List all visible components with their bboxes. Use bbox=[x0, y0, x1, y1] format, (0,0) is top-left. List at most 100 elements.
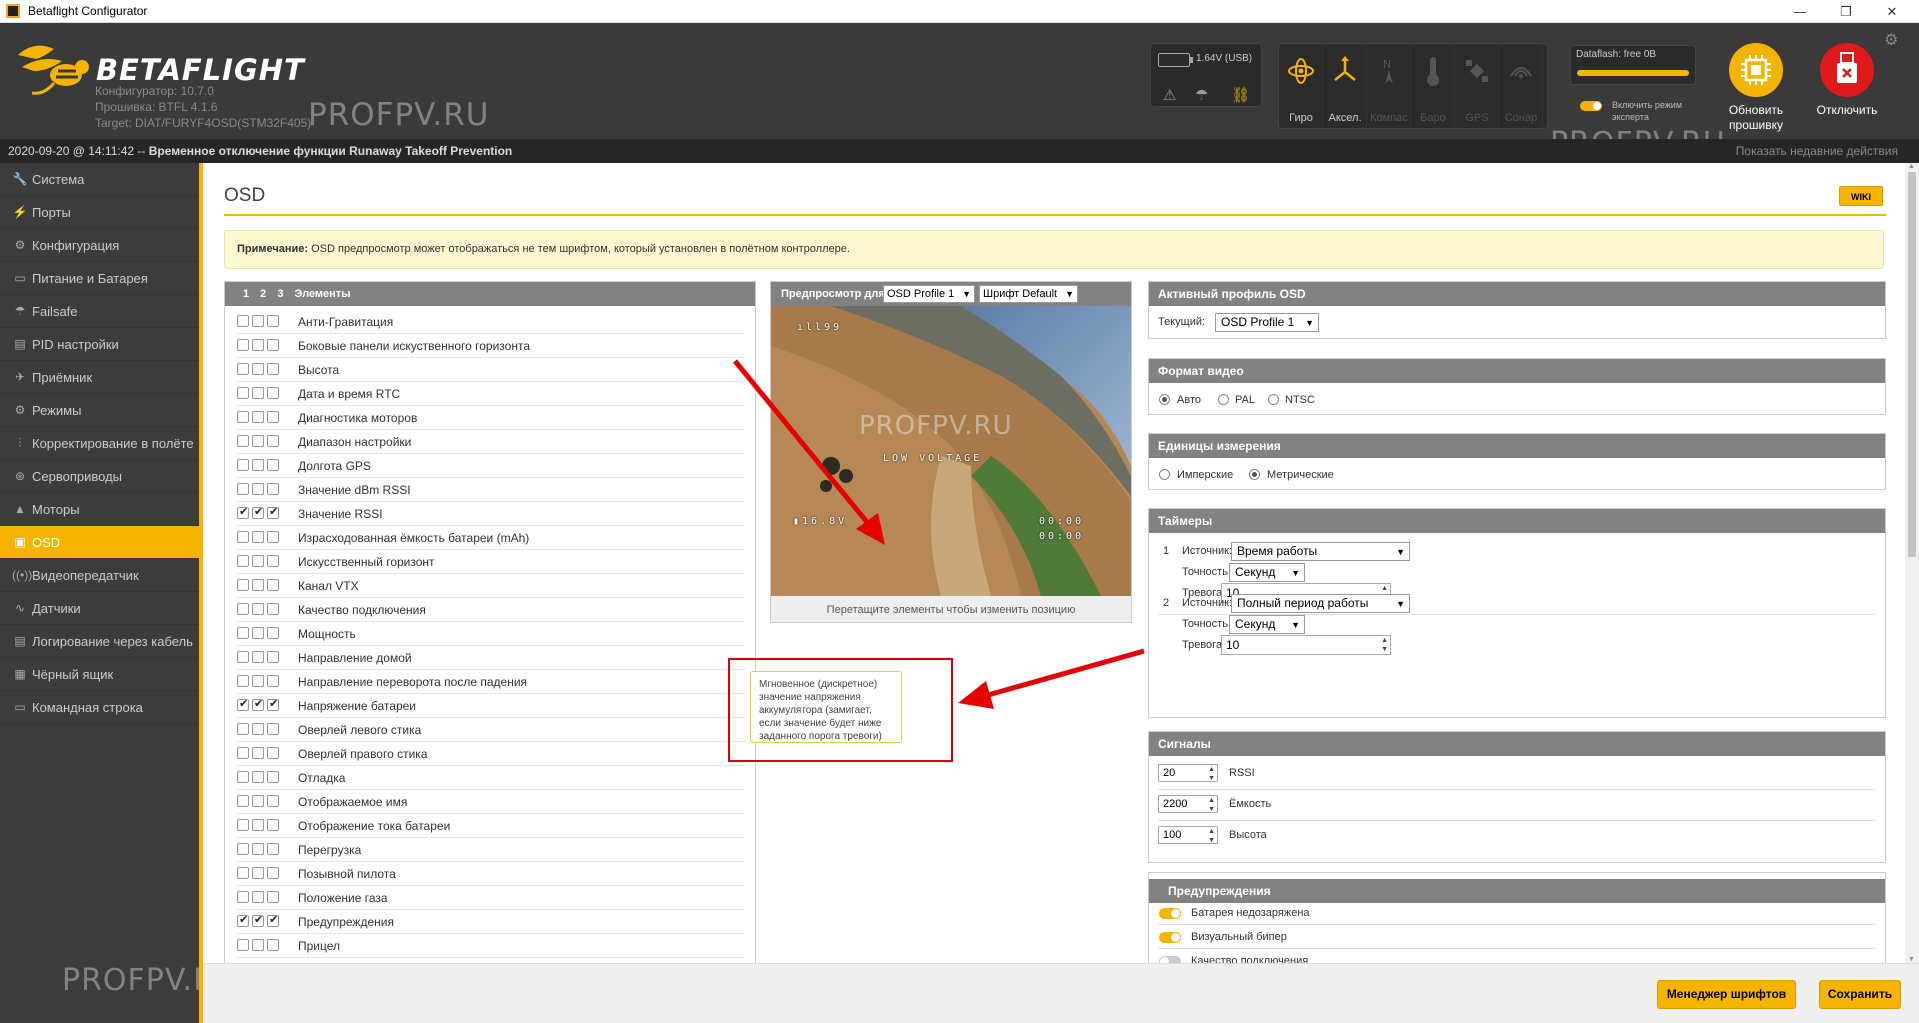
sidebar-item-logging[interactable]: ▤ Логирование через кабель bbox=[0, 625, 199, 658]
flash-firmware-button[interactable]: Обновить прошивку bbox=[1718, 43, 1794, 133]
sidebar-item-power[interactable]: ▭ Питание и Батарея bbox=[0, 262, 199, 295]
element-profile-3-checkbox[interactable] bbox=[267, 843, 279, 855]
element-profile-2-checkbox[interactable] bbox=[252, 747, 264, 759]
element-profile-3-checkbox[interactable] bbox=[267, 913, 279, 927]
element-profile-1-checkbox[interactable] bbox=[237, 387, 249, 399]
save-button[interactable]: Сохранить bbox=[1819, 980, 1901, 1009]
element-profile-1-checkbox[interactable] bbox=[237, 795, 249, 807]
element-profile-1-checkbox[interactable] bbox=[237, 675, 249, 687]
element-profile-1-checkbox[interactable] bbox=[237, 771, 249, 783]
element-profile-3-checkbox[interactable] bbox=[267, 819, 279, 831]
units-imperial-radio[interactable] bbox=[1159, 469, 1170, 480]
timer-1-precision-select[interactable]: Секунд bbox=[1229, 563, 1305, 582]
disconnect-button[interactable]: Отключить bbox=[1809, 43, 1885, 133]
alarm-altitude-input[interactable]: 100 ▲ ▼ bbox=[1158, 826, 1218, 844]
element-profile-3-checkbox[interactable] bbox=[267, 459, 279, 471]
warning-battery-toggle[interactable] bbox=[1159, 908, 1181, 919]
sidebar-item-modes[interactable]: ⚙ Режимы bbox=[0, 394, 199, 427]
video-format-pal-radio[interactable] bbox=[1218, 394, 1229, 405]
element-profile-1-checkbox[interactable] bbox=[237, 939, 249, 951]
sidebar-item-sensors[interactable]: ∿ Датчики bbox=[0, 592, 199, 625]
timer-2-alarm-input[interactable]: 10 ▲ ▼ bbox=[1221, 635, 1391, 655]
element-profile-1-checkbox[interactable] bbox=[237, 339, 249, 351]
element-profile-3-checkbox[interactable] bbox=[267, 771, 279, 783]
element-profile-3-checkbox[interactable] bbox=[267, 505, 279, 519]
element-profile-3-checkbox[interactable] bbox=[267, 651, 279, 663]
element-profile-2-checkbox[interactable] bbox=[252, 555, 264, 567]
element-profile-1-checkbox[interactable] bbox=[237, 747, 249, 759]
sidebar-item-osd[interactable]: ▣ OSD bbox=[0, 526, 203, 559]
sidebar-item-system[interactable]: 🔧 Система bbox=[0, 163, 199, 196]
osd-preview-image[interactable]: ıll99 LOW VOLTAGE ▮16.8V 00:00 00:00 PRO… bbox=[771, 306, 1131, 596]
element-profile-3-checkbox[interactable] bbox=[267, 531, 279, 543]
minimize-button[interactable]: — bbox=[1777, 0, 1823, 23]
content-scrollbar[interactable]: ▲ ▼ bbox=[1905, 163, 1919, 963]
element-profile-2-checkbox[interactable] bbox=[252, 891, 264, 903]
units-metric-radio[interactable] bbox=[1249, 469, 1260, 480]
sidebar-item-receiver[interactable]: ✈ Приёмник bbox=[0, 361, 199, 394]
timer-1-source-select[interactable]: Время работы bbox=[1231, 542, 1410, 561]
sidebar-item-pid[interactable]: ▤ PID настройки bbox=[0, 328, 199, 361]
element-profile-2-checkbox[interactable] bbox=[252, 339, 264, 351]
alarm-rssi-input[interactable]: 20 ▲ ▼ bbox=[1158, 764, 1218, 782]
element-profile-3-checkbox[interactable] bbox=[267, 627, 279, 639]
alarm-capacity-input[interactable]: 2200 ▲ ▼ bbox=[1158, 795, 1218, 813]
element-profile-2-checkbox[interactable] bbox=[252, 867, 264, 879]
element-profile-1-checkbox[interactable] bbox=[237, 483, 249, 495]
element-profile-3-checkbox[interactable] bbox=[267, 723, 279, 735]
element-profile-2-checkbox[interactable] bbox=[252, 483, 264, 495]
element-profile-1-checkbox[interactable] bbox=[237, 435, 249, 447]
current-profile-select[interactable]: OSD Profile 1 bbox=[1215, 313, 1319, 332]
sidebar-item-adjustments[interactable]: ⫶ Корректирование в полёте bbox=[0, 427, 199, 460]
element-profile-2-checkbox[interactable] bbox=[252, 411, 264, 423]
element-profile-2-checkbox[interactable] bbox=[252, 939, 264, 951]
element-profile-1-checkbox[interactable] bbox=[237, 531, 249, 543]
spinner-icon[interactable]: ▲▼ bbox=[1208, 765, 1215, 783]
element-profile-1-checkbox[interactable] bbox=[237, 819, 249, 831]
sidebar-item-cli[interactable]: ▭ Командная строка bbox=[0, 691, 199, 724]
element-profile-2-checkbox[interactable] bbox=[252, 387, 264, 399]
element-profile-2-checkbox[interactable] bbox=[252, 675, 264, 687]
element-profile-2-checkbox[interactable] bbox=[252, 771, 264, 783]
element-profile-3-checkbox[interactable] bbox=[267, 555, 279, 567]
video-format-auto-radio[interactable] bbox=[1159, 394, 1170, 405]
sidebar-item-motors[interactable]: ▲ Моторы bbox=[0, 493, 199, 526]
element-profile-1-checkbox[interactable] bbox=[237, 315, 249, 327]
element-profile-1-checkbox[interactable] bbox=[237, 697, 249, 711]
element-profile-1-checkbox[interactable] bbox=[237, 411, 249, 423]
video-format-ntsc-radio[interactable] bbox=[1268, 394, 1279, 405]
element-profile-2-checkbox[interactable] bbox=[252, 913, 264, 927]
warning-visual-beeper-toggle[interactable] bbox=[1159, 932, 1181, 943]
close-button[interactable]: ✕ bbox=[1869, 0, 1915, 23]
element-profile-3-checkbox[interactable] bbox=[267, 795, 279, 807]
timer-2-source-select[interactable]: Полный период работы bbox=[1231, 594, 1410, 613]
settings-gear-icon[interactable]: ⚙ bbox=[1884, 30, 1898, 50]
element-profile-2-checkbox[interactable] bbox=[252, 627, 264, 639]
element-profile-2-checkbox[interactable] bbox=[252, 697, 264, 711]
element-profile-2-checkbox[interactable] bbox=[252, 723, 264, 735]
element-profile-2-checkbox[interactable] bbox=[252, 795, 264, 807]
element-profile-3-checkbox[interactable] bbox=[267, 339, 279, 351]
scroll-down-icon[interactable]: ▼ bbox=[1908, 956, 1915, 963]
element-profile-1-checkbox[interactable] bbox=[237, 603, 249, 615]
element-profile-3-checkbox[interactable] bbox=[267, 411, 279, 423]
maximize-button[interactable]: ❐ bbox=[1823, 0, 1869, 23]
element-profile-2-checkbox[interactable] bbox=[252, 819, 264, 831]
element-profile-1-checkbox[interactable] bbox=[237, 459, 249, 471]
osd-low-voltage-warning[interactable]: LOW VOLTAGE bbox=[883, 453, 982, 464]
element-profile-1-checkbox[interactable] bbox=[237, 891, 249, 903]
spinner-icon[interactable]: ▲▼ bbox=[1381, 636, 1388, 654]
osd-battery-voltage[interactable]: ▮16.8V bbox=[793, 516, 847, 527]
element-profile-2-checkbox[interactable] bbox=[252, 603, 264, 615]
element-profile-1-checkbox[interactable] bbox=[237, 913, 249, 927]
element-profile-2-checkbox[interactable] bbox=[252, 435, 264, 447]
sidebar-item-ports[interactable]: ⚡ Порты bbox=[0, 196, 199, 229]
element-profile-3-checkbox[interactable] bbox=[267, 939, 279, 951]
preview-profile-select[interactable]: OSD Profile 1 bbox=[883, 285, 975, 303]
osd-rssi-readout[interactable]: ıll99 bbox=[797, 322, 842, 333]
element-profile-2-checkbox[interactable] bbox=[252, 363, 264, 375]
timer-2-precision-select[interactable]: Секунд bbox=[1229, 615, 1305, 634]
element-profile-2-checkbox[interactable] bbox=[252, 505, 264, 519]
element-profile-2-checkbox[interactable] bbox=[252, 531, 264, 543]
element-profile-1-checkbox[interactable] bbox=[237, 867, 249, 879]
